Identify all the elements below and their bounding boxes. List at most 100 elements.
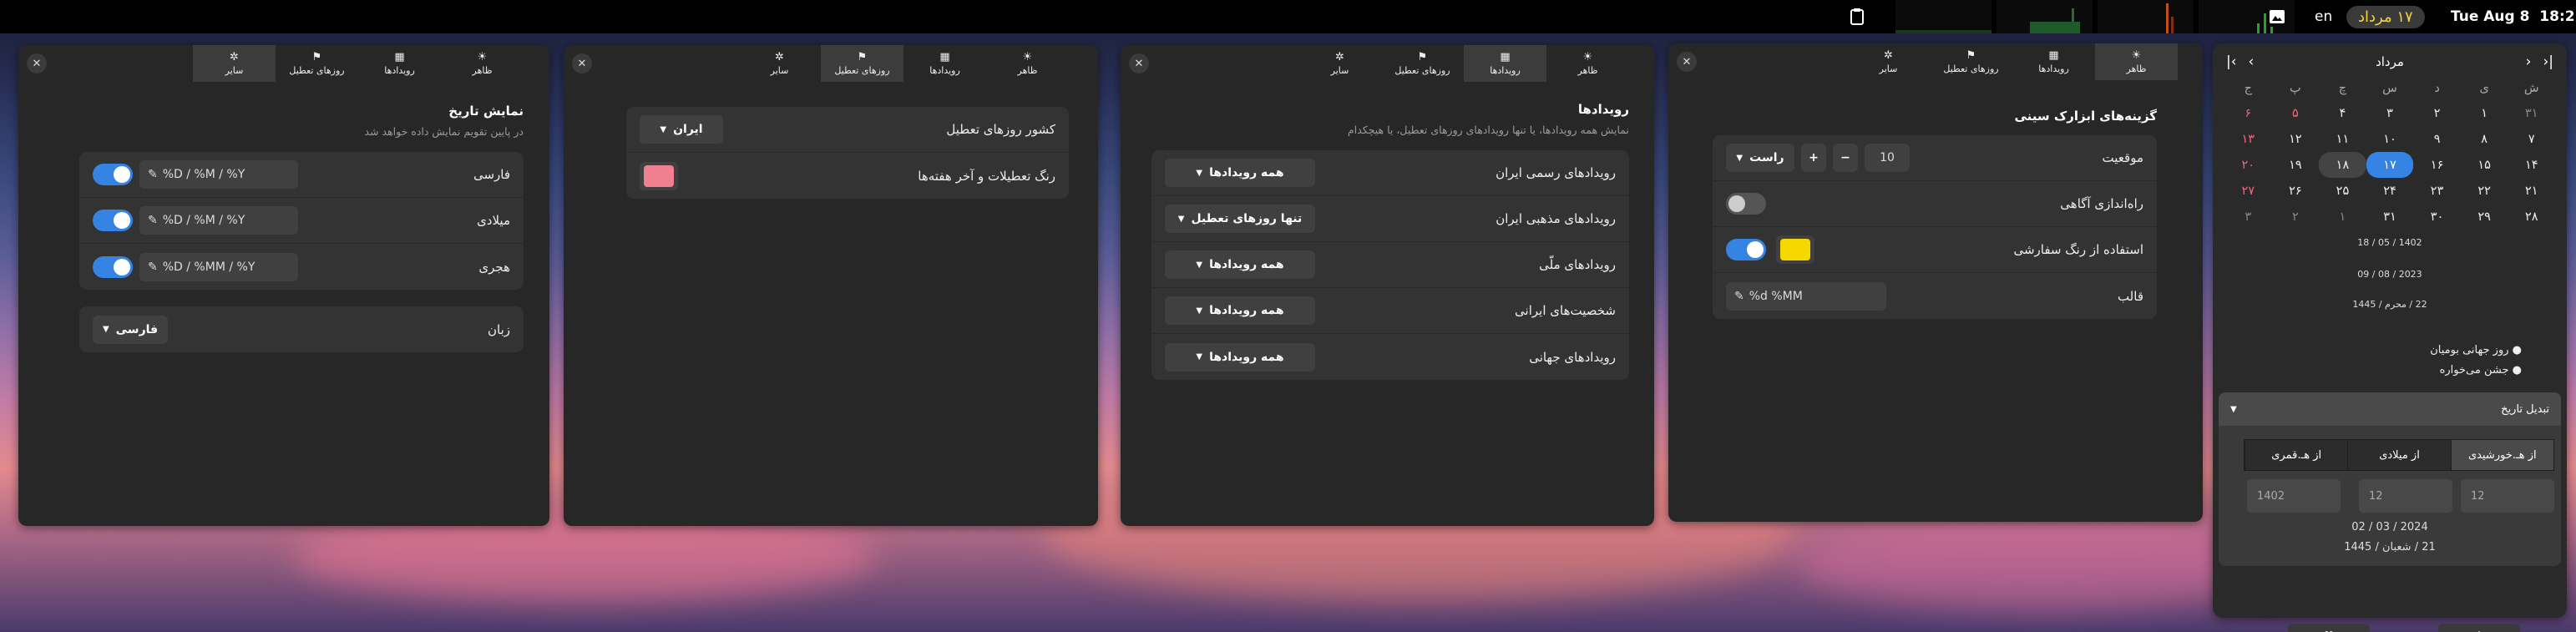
converted-hijri[interactable]: 21 / شعبان / 1445 — [2219, 541, 2561, 554]
minus-button[interactable]: − — [1833, 144, 1858, 172]
format-entry[interactable]: ✎ %d %MM — [1726, 281, 1886, 311]
tab-events[interactable]: ▦ رویدادها — [903, 45, 986, 82]
clipboard-icon[interactable] — [1850, 0, 1865, 33]
toggle-switch[interactable] — [93, 210, 133, 231]
day-cell[interactable]: ۱۵ — [2461, 152, 2508, 178]
day-cell[interactable]: ۳۱ — [2508, 100, 2555, 126]
day-cell[interactable]: ۱۱ — [2319, 126, 2366, 152]
day-cell[interactable]: ۵ — [2272, 100, 2320, 126]
day-cell[interactable]: ۴ — [2319, 100, 2366, 126]
day-cell[interactable]: ۳۰ — [2413, 204, 2461, 230]
event-filter-dropdown[interactable]: تنها روزهای تعطیل ▼ — [1165, 205, 1315, 233]
language-dropdown[interactable]: فارسی ▼ — [93, 315, 168, 344]
tab-other[interactable]: ✲ سایر — [1298, 45, 1381, 82]
day-cell[interactable]: ۱۰ — [2366, 126, 2414, 152]
day-cell-selected[interactable]: ۱۸ — [2319, 152, 2366, 178]
format-entry[interactable]: ✎ %D / %MM / %Y — [139, 252, 298, 281]
tab-events[interactable]: ▦ رویدادها — [1464, 45, 1546, 82]
custom-color-toggle[interactable] — [1726, 239, 1766, 260]
tab-holidays[interactable]: ⚑ روزهای تعطیل — [1381, 45, 1464, 82]
tab-events[interactable]: ▦ رویدادها — [358, 45, 441, 82]
from-lunar-hijri-button[interactable]: از هـ.قمری — [2245, 440, 2348, 470]
startup-toggle[interactable] — [1726, 193, 1766, 215]
day-cell[interactable]: ۲۳ — [2413, 178, 2461, 204]
day-cell[interactable]: ۲۸ — [2508, 204, 2555, 230]
day-cell[interactable]: ۲۶ — [2272, 178, 2320, 204]
keyboard-language[interactable]: en — [2315, 0, 2332, 33]
position-spin-value[interactable]: 10 — [1865, 144, 1910, 172]
day-cell[interactable]: ۶ — [2224, 100, 2272, 126]
heart-button[interactable]: ♥ — [2288, 624, 2370, 632]
event-filter-dropdown[interactable]: همه رویدادها ▼ — [1165, 159, 1315, 187]
chevron-right-icon[interactable]: › — [2526, 53, 2532, 70]
clock[interactable]: Tue Aug 8 18:21 — [2451, 0, 2576, 33]
tab-appearance[interactable]: ☀ ظاهر — [986, 45, 1069, 82]
day-cell-today[interactable]: ۱۷ — [2366, 152, 2414, 178]
close-icon[interactable]: ✕ — [572, 53, 592, 73]
day-cell[interactable]: ۱۲ — [2272, 126, 2320, 152]
day-cell[interactable]: ۱ — [2461, 100, 2508, 126]
close-icon[interactable]: ✕ — [1129, 53, 1149, 73]
screenshot-icon[interactable] — [2269, 0, 2285, 33]
day-cell[interactable]: ۱۴ — [2508, 152, 2555, 178]
day-cell[interactable]: ۳ — [2224, 204, 2272, 230]
event-filter-dropdown[interactable]: همه رویدادها ▼ — [1165, 296, 1315, 325]
tab-holidays[interactable]: ⚑ روزهای تعطیل — [1930, 43, 2012, 80]
year-input[interactable]: 1402 — [2247, 479, 2341, 513]
event-filter-dropdown[interactable]: همه رویدادها ▼ — [1165, 250, 1315, 279]
day-cell[interactable]: ۲۲ — [2461, 178, 2508, 204]
holiday-color-button[interactable] — [640, 161, 678, 190]
last-month-icon[interactable]: ›| — [2543, 53, 2553, 70]
persian-date-indicator[interactable]: ۱۷ مرداد — [2346, 5, 2425, 28]
system-monitor-graphs[interactable] — [1895, 0, 2300, 33]
day-cell[interactable]: ۲۰ — [2224, 152, 2272, 178]
day-cell[interactable]: ۹ — [2413, 126, 2461, 152]
tab-other[interactable]: ✲ سایر — [738, 45, 821, 82]
custom-color-button[interactable] — [1776, 235, 1814, 264]
day-cell[interactable]: ۳۱ — [2366, 204, 2414, 230]
persian-date[interactable]: 18 / 05 / 1402 — [2213, 237, 2567, 248]
gear-button[interactable]: ⚙ — [2438, 624, 2520, 632]
day-input[interactable]: 12 — [2461, 479, 2554, 513]
toggle-switch[interactable] — [93, 164, 133, 185]
day-cell[interactable]: ۷ — [2508, 126, 2555, 152]
month-title[interactable]: مرداد — [2213, 54, 2567, 69]
day-cell[interactable]: ۳ — [2366, 100, 2414, 126]
day-cell[interactable]: ۲۷ — [2224, 178, 2272, 204]
from-solar-hijri-button[interactable]: از هـ.خورشیدی — [2450, 440, 2553, 470]
day-cell[interactable]: ۱۹ — [2272, 152, 2320, 178]
tab-appearance[interactable]: ☀ ظاهر — [1546, 45, 1629, 82]
tab-holidays[interactable]: ⚑ روزهای تعطیل — [276, 45, 358, 82]
gregorian-date[interactable]: 09 / 08 / 2023 — [2213, 269, 2567, 280]
day-cell[interactable]: ۲۹ — [2461, 204, 2508, 230]
position-dropdown[interactable]: راست ▼ — [1726, 144, 1794, 172]
day-cell[interactable]: ۱۶ — [2413, 152, 2461, 178]
day-cell[interactable]: ۲۴ — [2366, 178, 2414, 204]
tab-other[interactable]: ✲ سایر — [1847, 43, 1930, 80]
tab-other[interactable]: ✲ سایر — [193, 45, 276, 82]
from-gregorian-button[interactable]: از میلادی — [2347, 440, 2451, 470]
event-filter-dropdown[interactable]: همه رویدادها ▼ — [1165, 342, 1315, 372]
day-cell[interactable]: ۸ — [2461, 126, 2508, 152]
day-cell[interactable]: ۱ — [2319, 204, 2366, 230]
hijri-date[interactable]: 22 / محرم / 1445 — [2213, 299, 2567, 310]
format-entry[interactable]: ✎ %D / %M / %Y — [139, 160, 298, 189]
converter-header[interactable]: تبدیل تاریخ ▼ — [2219, 392, 2561, 426]
day-cell[interactable]: ۲۵ — [2319, 178, 2366, 204]
close-icon[interactable]: ✕ — [1677, 52, 1697, 72]
toggle-switch[interactable] — [93, 255, 133, 278]
month-input[interactable]: 12 — [2359, 479, 2452, 513]
day-cell[interactable]: ۲ — [2413, 100, 2461, 126]
tab-holidays[interactable]: ⚑ روزهای تعطیل — [821, 45, 903, 82]
tab-appearance[interactable]: ☀ ظاهر — [441, 45, 524, 82]
tab-appearance[interactable]: ☀ ظاهر — [2095, 43, 2178, 80]
day-cell[interactable]: ۱۳ — [2224, 126, 2272, 152]
tab-events[interactable]: ▦ رویدادها — [2012, 43, 2095, 80]
day-cell[interactable]: ۲۱ — [2508, 178, 2555, 204]
converted-gregorian[interactable]: 02 / 03 / 2024 — [2219, 521, 2561, 533]
country-dropdown[interactable]: ایران ▼ — [640, 115, 723, 144]
close-icon[interactable]: ✕ — [27, 53, 47, 73]
format-entry[interactable]: ✎ %D / %M / %Y — [139, 206, 298, 235]
plus-button[interactable]: + — [1801, 144, 1826, 172]
day-cell[interactable]: ۲ — [2272, 204, 2320, 230]
